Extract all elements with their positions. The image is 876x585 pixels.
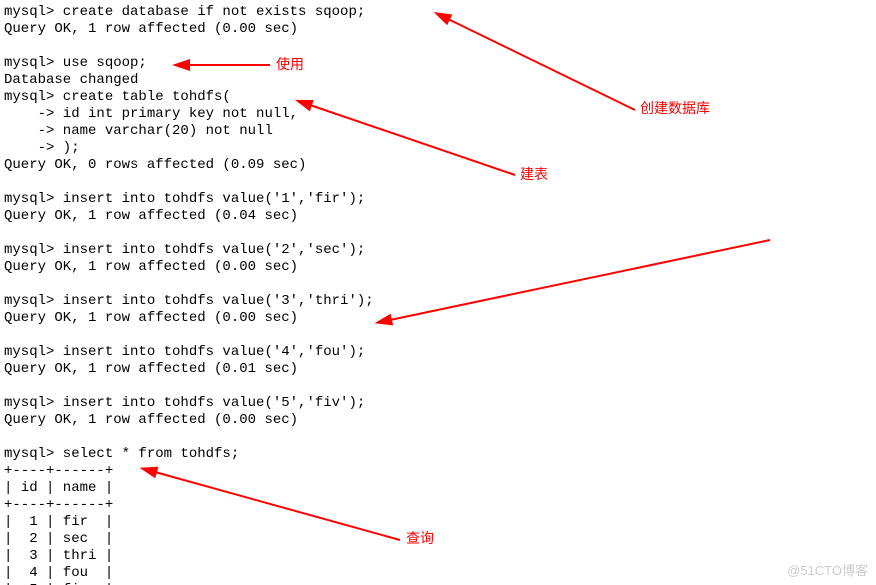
line: mysql> insert into tohdfs value('5','fiv…	[4, 395, 365, 411]
watermark: @51CTO博客	[787, 562, 868, 579]
line: Query OK, 1 row affected (0.04 sec)	[4, 208, 298, 224]
table-row: | 1 | fir |	[4, 514, 113, 530]
line: Query OK, 0 rows affected (0.09 sec)	[4, 157, 306, 173]
line: mysql> insert into tohdfs value('4','fou…	[4, 344, 365, 360]
annotation-create-table: 建表	[520, 166, 548, 183]
table-border: +----+------+	[4, 497, 113, 513]
annotation-use: 使用	[276, 56, 304, 73]
line-use-db: mysql> use sqoop;	[4, 55, 147, 71]
line: -> );	[4, 140, 80, 156]
line: Query OK, 1 row affected (0.00 sec)	[4, 259, 298, 275]
line: mysql> insert into tohdfs value('3','thr…	[4, 293, 374, 309]
table-row: | 2 | sec |	[4, 531, 113, 547]
line: -> name varchar(20) not null	[4, 123, 273, 139]
annotation-query: 查询	[406, 530, 434, 547]
table-header: | id | name |	[4, 480, 113, 496]
table-border: +----+------+	[4, 463, 113, 479]
line-create-table: mysql> create table tohdfs(	[4, 89, 231, 105]
line: Database changed	[4, 72, 138, 88]
table-row: | 4 | fou |	[4, 565, 113, 581]
line: Query OK, 1 row affected (0.00 sec)	[4, 412, 298, 428]
line: Query OK, 1 row affected (0.00 sec)	[4, 310, 298, 326]
line: mysql> insert into tohdfs value('2','sec…	[4, 242, 365, 258]
line: Query OK, 1 row affected (0.00 sec)	[4, 21, 298, 37]
line: -> id int primary key not null,	[4, 106, 298, 122]
table-row: | 3 | thri |	[4, 548, 113, 564]
line-create-db: mysql> create database if not exists sqo…	[4, 4, 365, 20]
line: mysql> insert into tohdfs value('1','fir…	[4, 191, 365, 207]
annotation-create-db: 创建数据库	[640, 100, 710, 117]
line-select: mysql> select * from tohdfs;	[4, 446, 239, 462]
line: Query OK, 1 row affected (0.01 sec)	[4, 361, 298, 377]
terminal-output: mysql> create database if not exists sqo…	[4, 4, 374, 585]
